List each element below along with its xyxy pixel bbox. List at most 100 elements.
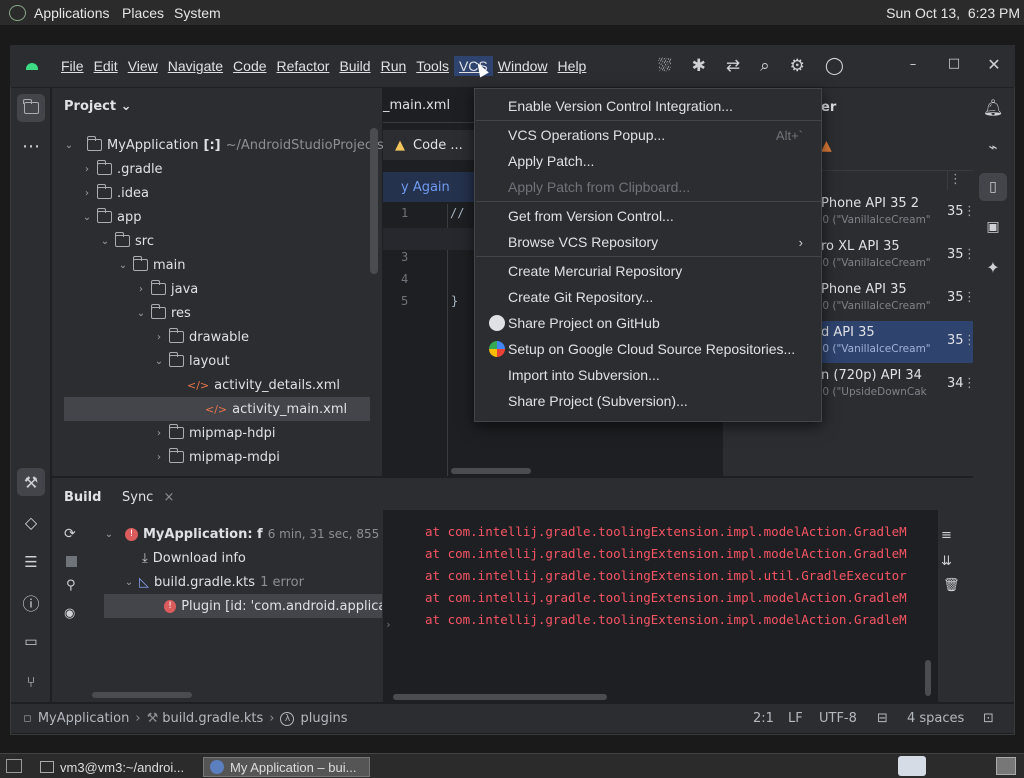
- device-menu-icon[interactable]: ⋮: [963, 204, 976, 219]
- vcs-menu-item[interactable]: Share Project (Subversion)...: [479, 388, 817, 414]
- device-menu-icon[interactable]: ⋮: [963, 333, 976, 348]
- maximize-button[interactable]: □: [943, 56, 965, 74]
- project-scrollbar[interactable]: [370, 128, 378, 274]
- places-menu[interactable]: Places: [122, 5, 164, 21]
- gnome-foot-icon[interactable]: [9, 5, 26, 21]
- file-item[interactable]: </> activity_main.xml: [64, 397, 370, 421]
- try-again-link[interactable]: y Again: [401, 180, 450, 195]
- search-icon[interactable]: ⌕: [760, 56, 770, 76]
- taskbar-android-studio[interactable]: My Application – bui...: [203, 757, 370, 777]
- menu-edit[interactable]: Edit: [89, 56, 123, 76]
- close-tab-icon[interactable]: ×: [163, 490, 174, 505]
- folder-item[interactable]: › mipmap-mdpi: [154, 445, 280, 469]
- applications-menu[interactable]: Applications: [34, 5, 110, 21]
- running-devices-icon[interactable]: ▣: [979, 213, 1007, 241]
- crumb-file[interactable]: build.gradle.kts: [162, 711, 263, 726]
- console-h-scrollbar[interactable]: [393, 694, 607, 700]
- chevron-down-icon[interactable]: ⌄: [82, 212, 92, 223]
- menu-tools[interactable]: Tools: [411, 56, 454, 76]
- vcs-menu-item[interactable]: VCS Operations Popup... Alt+`: [479, 122, 817, 148]
- pin-icon[interactable]: ⚲: [66, 578, 76, 593]
- eye-icon[interactable]: ◉: [64, 606, 75, 621]
- folder-item[interactable]: ⌄ app: [82, 205, 141, 229]
- git-icon[interactable]: ⑂: [17, 668, 45, 696]
- folder-item[interactable]: ⌄ src: [100, 229, 154, 253]
- caret-position[interactable]: 2:1: [753, 711, 774, 726]
- terminal-icon[interactable]: ▭: [17, 628, 45, 656]
- folder-item[interactable]: ⌄ main: [118, 253, 185, 277]
- show-desktop-icon[interactable]: [6, 759, 22, 773]
- trash-icon[interactable]: 🗑︎: [943, 578, 960, 593]
- menu-navigate[interactable]: Navigate: [163, 56, 228, 76]
- build-tree-scrollbar[interactable]: [92, 692, 192, 698]
- folder-item[interactable]: › drawable: [154, 325, 249, 349]
- clock[interactable]: Sun Oct 13, 6:23 PM: [886, 5, 1020, 21]
- editor-tab[interactable]: _main.xml: [383, 98, 450, 113]
- chevron-right-icon[interactable]: ›: [82, 164, 92, 175]
- vcs-menu-item[interactable]: Browse VCS Repository ›: [479, 229, 817, 255]
- chevron-down-icon[interactable]: ⌄: [118, 260, 128, 271]
- build-tool-button[interactable]: ⚒: [17, 468, 45, 496]
- vcs-menu-item[interactable]: Apply Patch...: [479, 148, 817, 174]
- menu-file[interactable]: File: [56, 56, 89, 76]
- tray-app-icon[interactable]: [898, 756, 926, 776]
- device-menu-icon[interactable]: ⋮: [963, 290, 976, 305]
- device-menu-icon[interactable]: ⋮: [963, 247, 976, 262]
- debug-icon[interactable]: ✱: [692, 56, 706, 76]
- soft-wrap-icon[interactable]: ≡: [941, 528, 952, 543]
- chevron-down-icon[interactable]: ⌄: [154, 356, 164, 367]
- vcs-menu-item[interactable]: Create Mercurial Repository: [479, 258, 817, 284]
- file-item[interactable]: </> activity_details.xml: [172, 373, 340, 397]
- menu-help[interactable]: Help: [553, 56, 592, 76]
- build-console[interactable]: at com.intellij.gradle.toolingExtension.…: [383, 510, 938, 702]
- stop-icon[interactable]: [66, 556, 77, 567]
- menu-code[interactable]: Code: [228, 56, 271, 76]
- crumb-project[interactable]: MyApplication: [38, 711, 130, 726]
- menu-window[interactable]: Window: [493, 56, 553, 76]
- build-tab[interactable]: Build: [64, 490, 101, 505]
- project-root[interactable]: ⌄ MyApplication [:] ~/AndroidStudioProje…: [64, 133, 399, 157]
- lock-icon[interactable]: ⊡: [983, 711, 994, 726]
- project-view-selector[interactable]: Project ⌄: [64, 99, 132, 114]
- taskbar-terminal[interactable]: vm3@vm3:~/androi...: [34, 757, 200, 777]
- plugin-error-row[interactable]: ! Plugin [id: 'com.android.applicati: [104, 594, 382, 618]
- editor-h-scrollbar[interactable]: [451, 468, 531, 474]
- crumb-block[interactable]: plugins: [300, 711, 347, 726]
- logcat-icon[interactable]: ☰: [17, 548, 45, 576]
- chevron-down-icon[interactable]: ⌄: [136, 308, 146, 319]
- chevron-right-icon[interactable]: ›: [154, 428, 164, 439]
- workspace-switcher[interactable]: [996, 757, 1016, 775]
- project-tool-button[interactable]: [17, 94, 45, 122]
- folder-item[interactable]: › .gradle: [82, 157, 163, 181]
- system-menu[interactable]: System: [174, 5, 221, 21]
- vcs-menu-item[interactable]: Setup on Google Cloud Source Repositorie…: [479, 336, 817, 362]
- problems-icon[interactable]: ⓘ: [17, 588, 45, 616]
- device-menu-icon[interactable]: ⋮: [963, 376, 976, 391]
- folder-item[interactable]: › mipmap-hdpi: [154, 421, 275, 445]
- account-icon[interactable]: ◯: [825, 56, 844, 76]
- scroll-to-end-icon[interactable]: ⇊: [941, 554, 952, 569]
- console-v-scrollbar[interactable]: [925, 660, 931, 696]
- chevron-down-icon[interactable]: ⌄: [100, 236, 110, 247]
- sync-tab[interactable]: Sync ×: [122, 490, 174, 505]
- chevron-right-icon[interactable]: ›: [154, 452, 164, 463]
- file-encoding[interactable]: UTF-8: [819, 711, 857, 726]
- gear-icon[interactable]: ⚙: [790, 56, 805, 76]
- gemini-icon[interactable]: ✦: [979, 253, 1007, 281]
- rerun-icon[interactable]: ⟳: [64, 526, 76, 542]
- readonly-icon[interactable]: ⊟: [877, 711, 888, 726]
- menu-build[interactable]: Build: [334, 56, 375, 76]
- chevron-right-icon[interactable]: ›: [154, 332, 164, 343]
- folder-item[interactable]: ⌄ res: [136, 301, 191, 325]
- chevron-right-icon[interactable]: ›: [82, 188, 92, 199]
- more-tools-button[interactable]: ⋯: [17, 132, 45, 160]
- vcs-menu-item[interactable]: Create Git Repository...: [479, 284, 817, 310]
- device-manager-icon[interactable]: ▯: [979, 173, 1007, 201]
- device-mirror-icon[interactable]: ⇄: [726, 56, 740, 76]
- folder-item[interactable]: ⌄ layout: [154, 349, 230, 373]
- sync-gradle-icon[interactable]: ⛆: [658, 56, 672, 76]
- gem-icon[interactable]: ◇: [17, 508, 45, 536]
- vcs-menu-item[interactable]: Import into Subversion...: [479, 362, 817, 388]
- build-file-row[interactable]: ⌄ ◺ build.gradle.kts 1 error: [124, 570, 304, 594]
- menu-view[interactable]: View: [123, 56, 163, 76]
